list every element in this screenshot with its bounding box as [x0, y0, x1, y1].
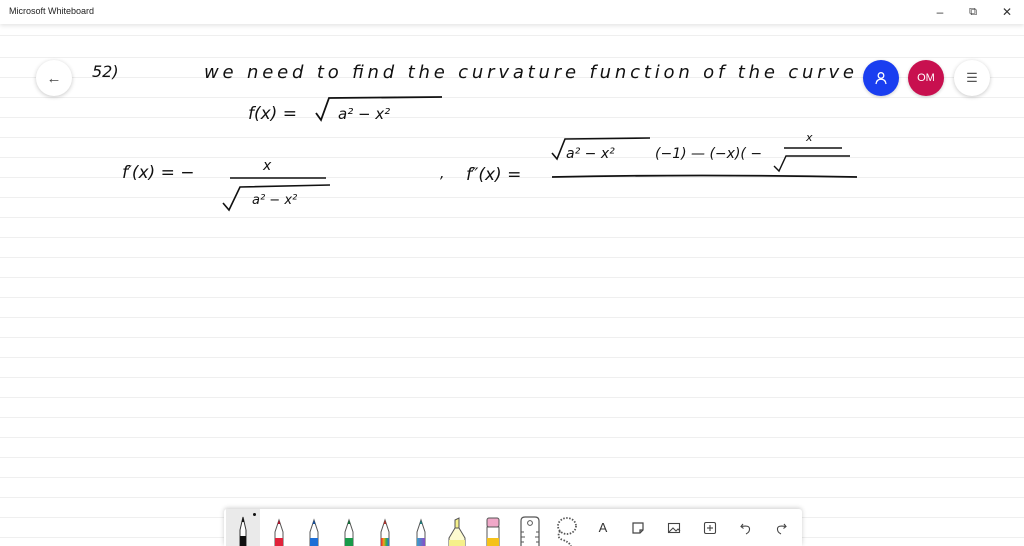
undo-icon — [740, 523, 751, 534]
tool-green-pen[interactable] — [332, 509, 366, 546]
lasso-icon — [557, 517, 577, 546]
eraser-icon — [486, 517, 500, 546]
redo-icon — [776, 523, 787, 534]
tool-highlighter[interactable] — [440, 509, 474, 546]
image-icon — [667, 522, 681, 533]
restore-icon: ⧉ — [969, 5, 977, 18]
back-arrow-icon: ← — [46, 69, 62, 87]
highlighter-icon — [448, 517, 466, 546]
invite-button[interactable] — [863, 60, 899, 96]
tool-sticky-note[interactable] — [621, 509, 655, 546]
blue-pen-icon — [309, 518, 319, 546]
inking-toolbar: A — [224, 509, 802, 546]
tool-text[interactable]: A — [586, 509, 620, 546]
user-initials: OM — [917, 72, 935, 84]
tool-insert-content[interactable] — [693, 509, 727, 546]
sticky-note-icon — [632, 521, 644, 534]
redo-button[interactable] — [764, 509, 798, 546]
back-button[interactable]: ← — [36, 60, 72, 96]
close-button[interactable]: ✕ — [990, 0, 1024, 24]
selected-indicator-dot — [253, 513, 256, 516]
user-avatar[interactable]: OM — [908, 60, 944, 96]
tool-red-pen[interactable] — [262, 509, 296, 546]
red-pen-icon — [274, 518, 284, 546]
close-icon: ✕ — [1001, 5, 1013, 19]
green-pen-icon — [344, 518, 354, 546]
menu-button[interactable]: ☰ — [954, 60, 990, 96]
tool-ruler[interactable] — [513, 509, 547, 546]
restore-button[interactable]: ⧉ — [956, 0, 990, 24]
tool-lasso[interactable] — [549, 509, 583, 546]
title-bar: Microsoft Whiteboard – ⧉ ✕ — [0, 0, 1024, 24]
galaxy-pen-icon — [416, 518, 426, 546]
tool-blue-pen[interactable] — [297, 509, 331, 546]
whiteboard-canvas[interactable] — [0, 24, 1024, 546]
tool-black-pen[interactable] — [226, 509, 260, 546]
ruler-icon — [520, 516, 540, 546]
tool-eraser[interactable] — [476, 509, 510, 546]
tool-galaxy-pen[interactable] — [404, 509, 438, 546]
text-tool-icon: A — [598, 520, 608, 535]
hamburger-menu-icon: ☰ — [966, 70, 978, 85]
undo-button[interactable] — [729, 509, 763, 546]
rainbow-pen-icon — [380, 518, 390, 546]
app-title: Microsoft Whiteboard — [9, 6, 95, 16]
tool-insert-image[interactable] — [657, 509, 691, 546]
minimize-button[interactable]: – — [923, 0, 957, 24]
person-icon — [875, 72, 887, 85]
black-pen-icon — [239, 516, 247, 546]
tool-rainbow-pen[interactable] — [368, 509, 402, 546]
add-box-icon — [703, 521, 717, 534]
minimize-icon: – — [936, 5, 944, 19]
